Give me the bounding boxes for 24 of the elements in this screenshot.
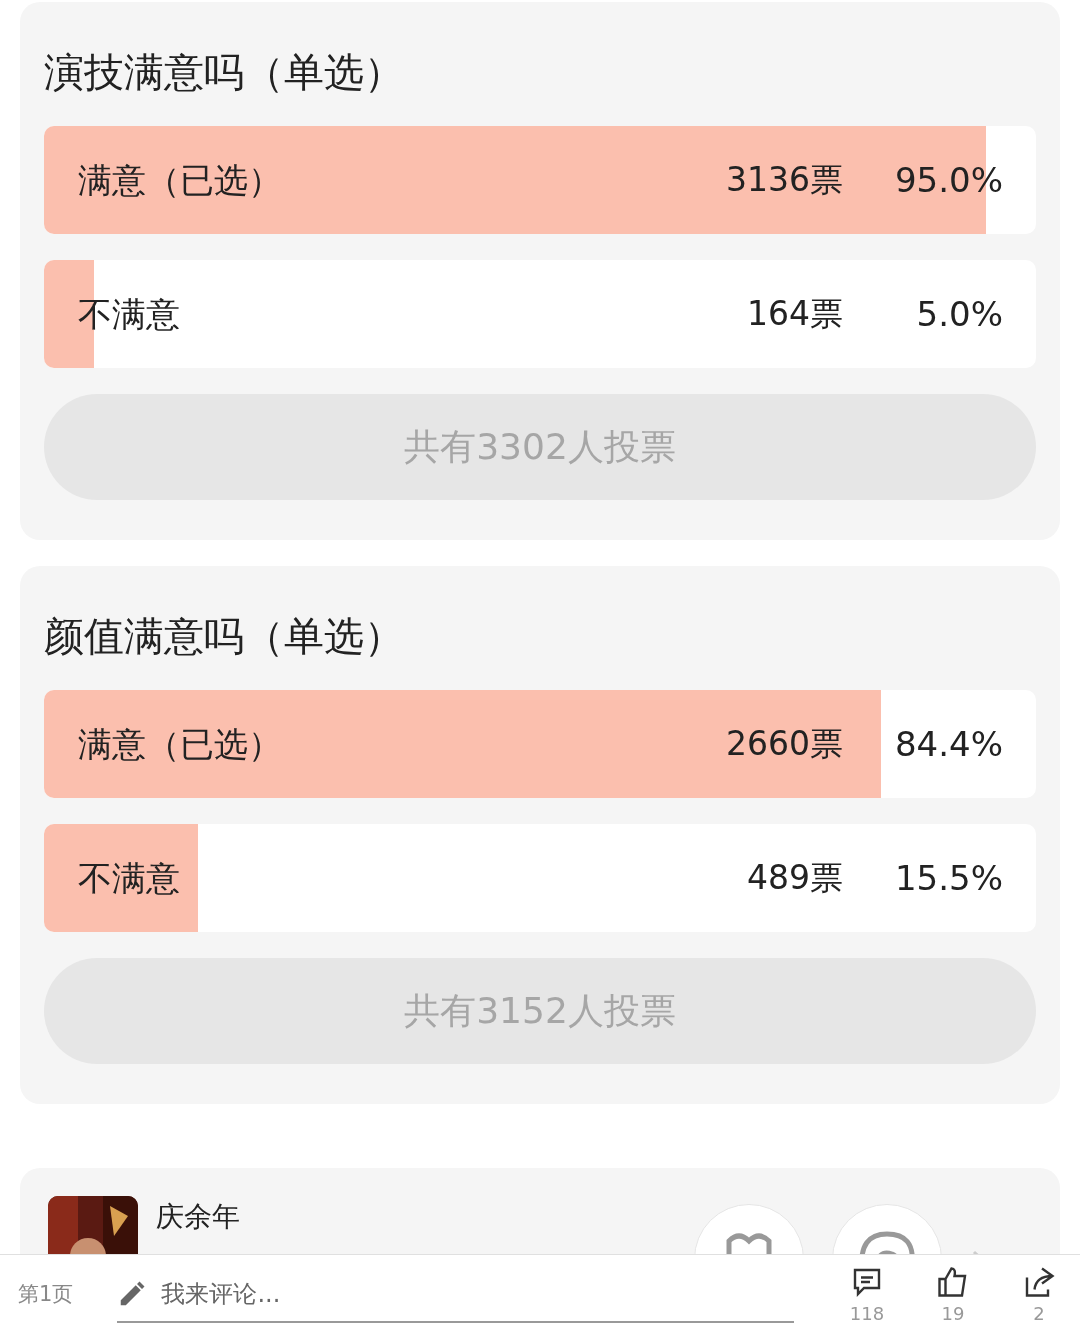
- poll-option[interactable]: 满意（已选） 3136票 95.0%: [44, 126, 1036, 234]
- vote-count: 3136票: [726, 159, 843, 202]
- option-label: 不满意: [78, 292, 181, 336]
- poll-title: 颜值满意吗（单选）: [44, 612, 405, 661]
- vote-count: 2660票: [726, 723, 843, 766]
- option-label: 满意（已选）: [78, 158, 283, 202]
- comment-field[interactable]: 我来评论...: [117, 1267, 795, 1323]
- vote-percent: 15.5%: [894, 856, 1003, 900]
- vote-percent: 95.0%: [894, 158, 1003, 202]
- total-votes: 共有3302人投票: [44, 394, 1036, 500]
- show-title: 庆余年: [156, 1199, 240, 1235]
- vote-percent: 5.0%: [915, 292, 1003, 336]
- total-votes: 共有3152人投票: [44, 958, 1036, 1064]
- page-number: 第1页: [18, 1281, 74, 1309]
- vote-percent: 84.4%: [894, 722, 1003, 766]
- vote-count: 489票: [747, 857, 843, 900]
- poll-option[interactable]: 不满意 489票 15.5%: [44, 824, 1036, 932]
- comment-input[interactable]: 我来评论...: [161, 1276, 795, 1312]
- vote-count: 164票: [747, 293, 843, 336]
- poll-option[interactable]: 满意（已选） 2660票 84.4%: [44, 690, 1036, 798]
- option-label: 不满意: [78, 856, 181, 900]
- option-label: 满意（已选）: [78, 722, 283, 766]
- poll-title: 演技满意吗（单选）: [44, 48, 405, 97]
- poll-option[interactable]: 不满意 164票 5.0%: [44, 260, 1036, 368]
